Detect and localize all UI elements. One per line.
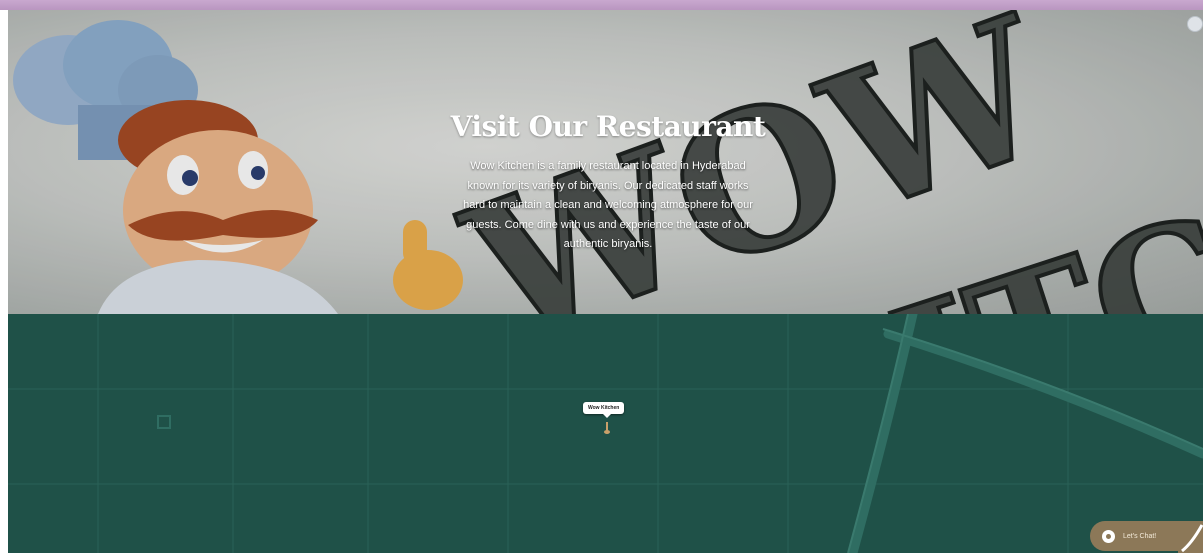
chat-bubble-icon [1102,529,1115,543]
hero-text-block: Visit Our Restaurant Wow Kitchen is a fa… [438,110,778,255]
chat-button-tail [1178,521,1203,553]
map-pin-icon[interactable] [604,422,610,434]
close-icon[interactable] [1187,16,1203,32]
chat-button-label: Let's Chat! [1123,532,1157,540]
page-left-edge [0,10,8,553]
chat-button[interactable]: Let's Chat! [1090,521,1178,551]
map-marker-label[interactable]: Wow Kitchen [583,402,625,418]
hero-section: WOW KITCHEN Visit Our Restaurant Wow Kit… [8,10,1203,314]
map-marker[interactable]: Wow Kitchen [583,402,625,434]
page-title: Visit Our Restaurant [450,110,766,143]
browser-top-bar [0,0,1203,10]
hero-description: Wow Kitchen is a family restaurant locat… [463,160,753,250]
